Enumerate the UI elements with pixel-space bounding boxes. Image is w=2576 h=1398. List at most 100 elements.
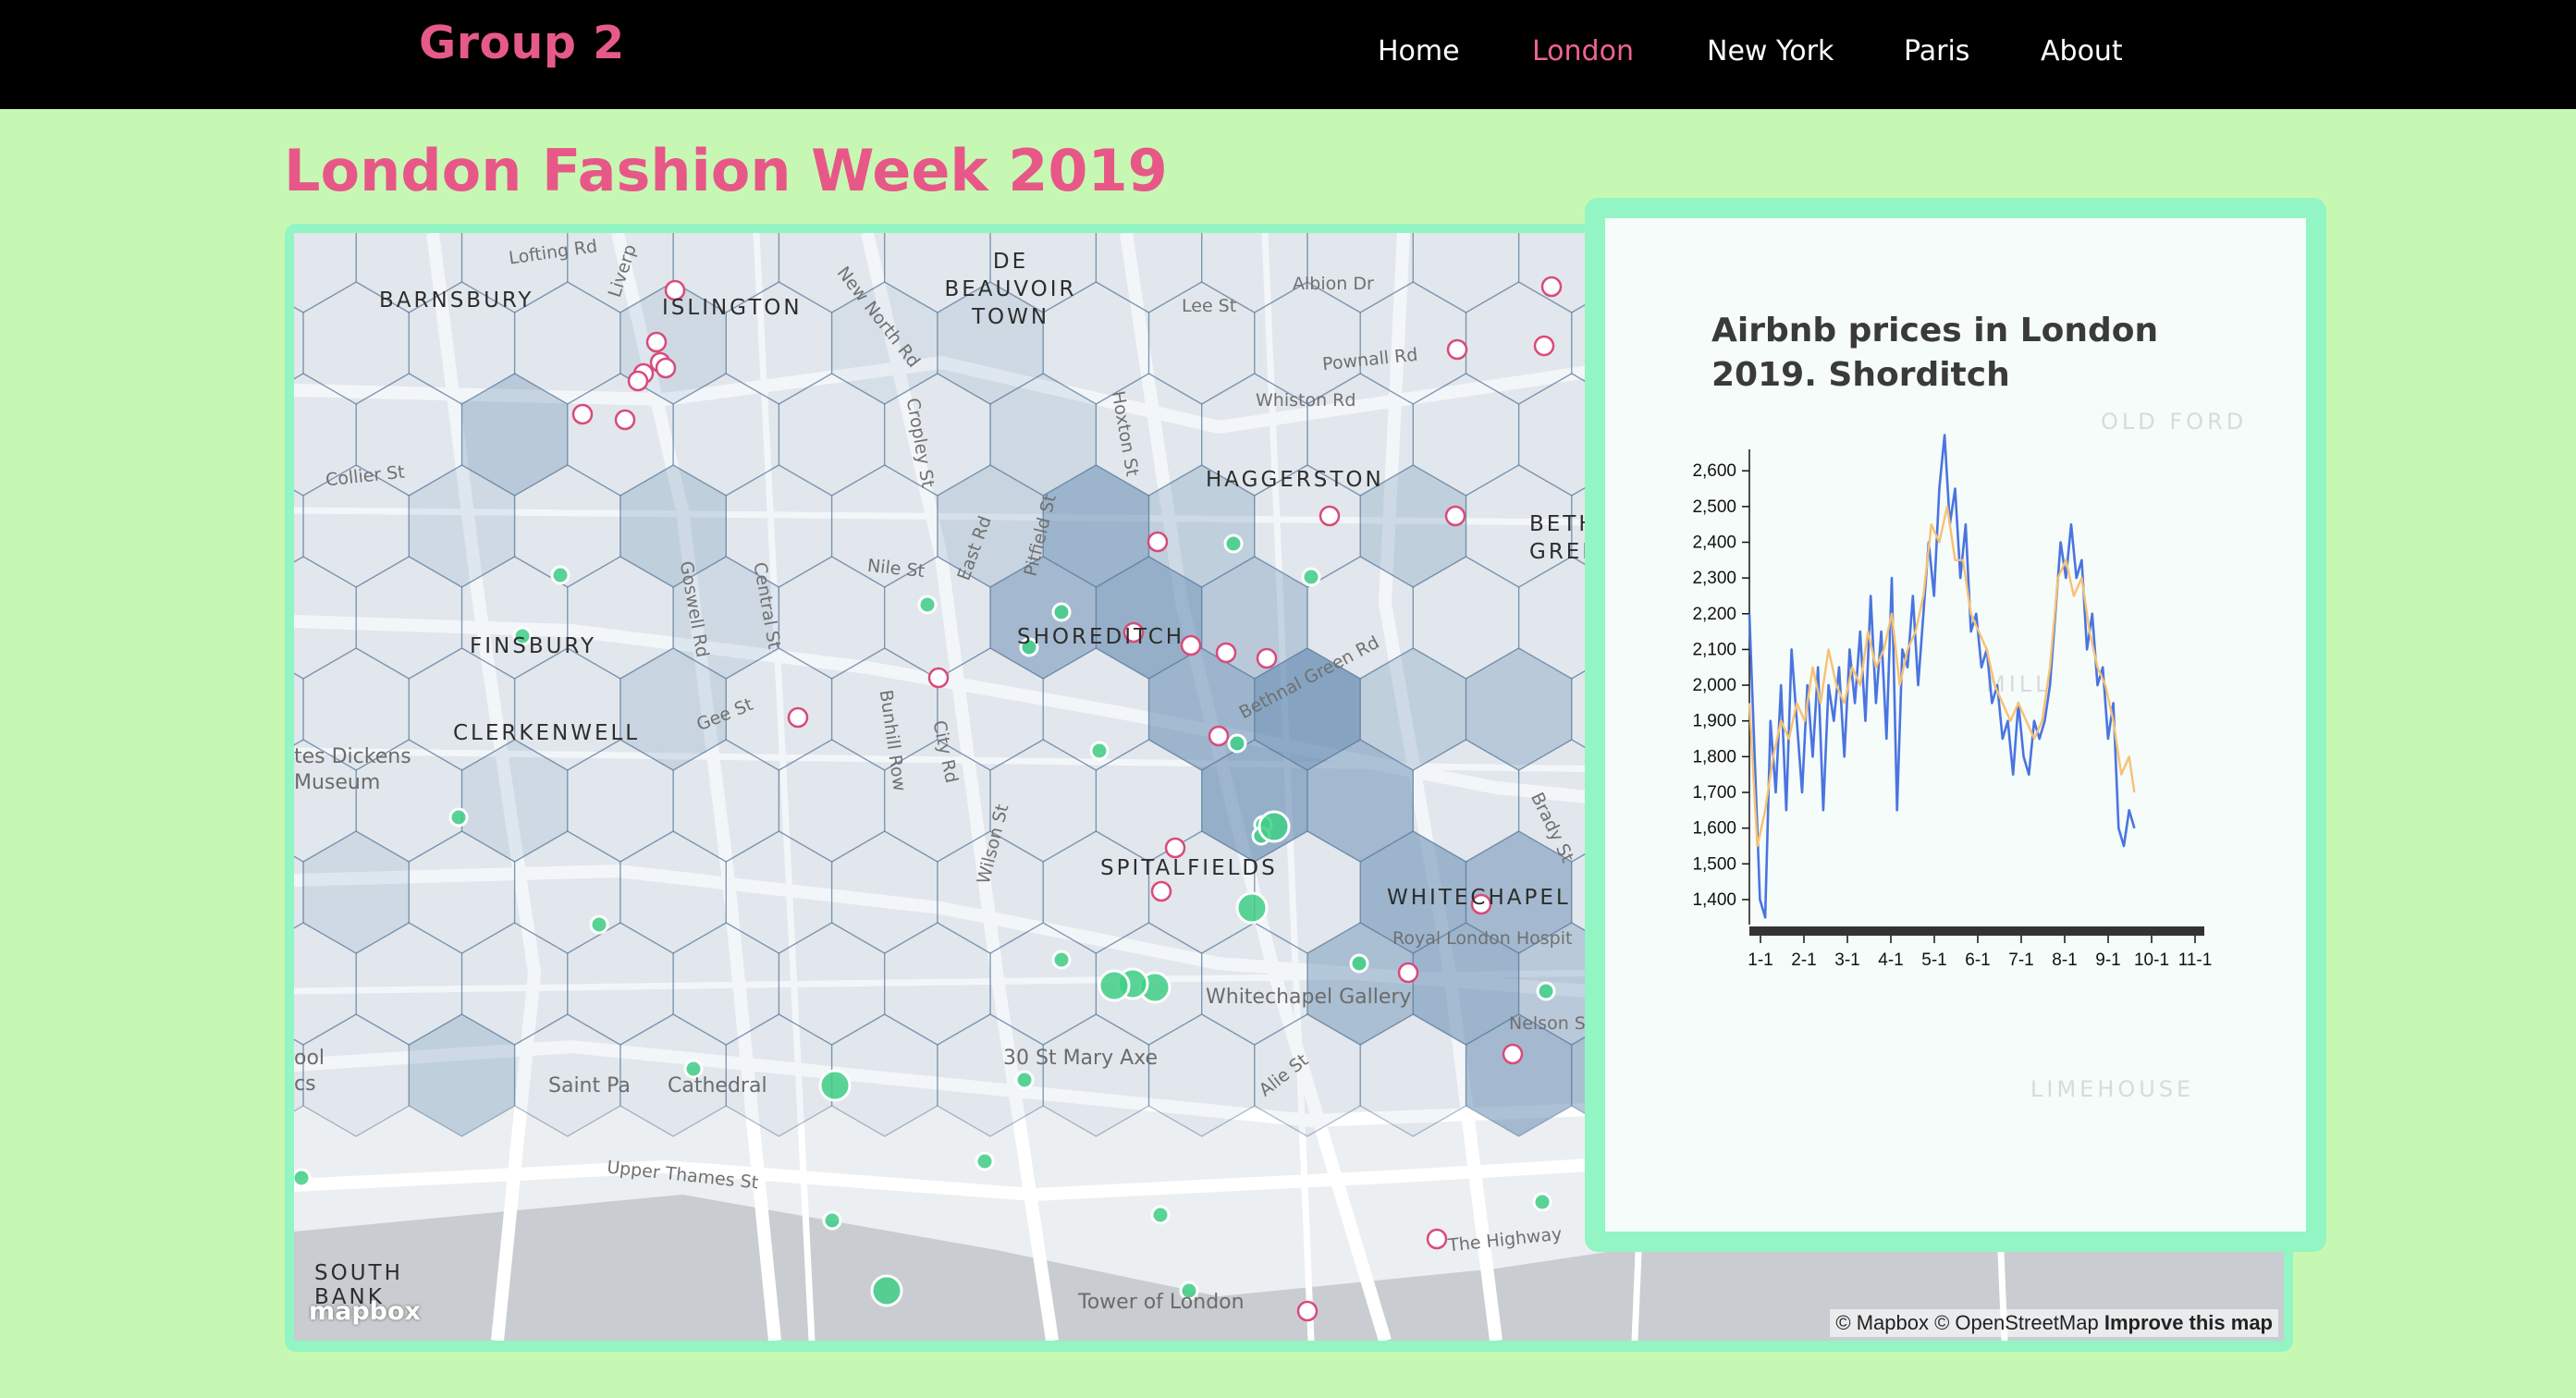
x-tick-label: 5-1: [1921, 950, 1946, 970]
top-navbar: Group 2 Home London New York Paris About: [0, 0, 2576, 109]
street-label: Albion Dr: [1293, 274, 1374, 294]
listing-marker: [294, 1168, 312, 1188]
x-tick-label: 1-1: [1748, 950, 1773, 970]
listing-marker: [1533, 335, 1555, 357]
listing-marker: [1397, 962, 1419, 984]
listing-marker: [1164, 837, 1186, 859]
listing-marker: [818, 1069, 852, 1102]
price-line-orange: [1748, 505, 2136, 848]
listing-marker: [1446, 338, 1468, 361]
listing-marker: [1349, 953, 1369, 974]
nav-link-paris[interactable]: Paris: [1904, 35, 1969, 67]
listing-marker: [1227, 733, 1247, 754]
listing-marker: [1051, 602, 1072, 622]
listing-marker: [1257, 810, 1291, 843]
listing-marker: [787, 706, 809, 729]
mapbox-logo-text: mapbox: [309, 1297, 421, 1326]
listing-marker: [448, 807, 469, 828]
listing-marker: [550, 565, 570, 585]
y-tick-label: 1,600: [1692, 819, 1736, 839]
listing-marker: [655, 357, 677, 379]
poi-label: Saint Pa: [548, 1074, 631, 1098]
listing-marker: [1223, 533, 1244, 554]
price-line-chart[interactable]: 1,400 1,500 1,600 1,700 1,800 1,900 2,000 2,100…: [1605, 218, 2306, 1232]
listing-marker: [1208, 725, 1230, 747]
area-label: SHOREDITCH: [1017, 625, 1185, 649]
y-tick-label: 2,200: [1692, 605, 1736, 624]
y-tick-label: 1,400: [1692, 890, 1736, 910]
area-label: BARNSBURY: [379, 288, 534, 313]
x-tick-label: 10-1: [2134, 950, 2169, 970]
map-attribution: © Mapbox © OpenStreetMap Improve this ma…: [1830, 1309, 2278, 1337]
area-label: CLERKENWELL: [453, 721, 641, 745]
listing-marker: [1089, 741, 1110, 761]
x-tick-label: 7-1: [2008, 950, 2033, 970]
brand-logo[interactable]: Group 2: [419, 17, 625, 69]
poi-label: cs: [294, 1073, 316, 1096]
chart-panel: OLD FORD LIMEHOUSE MILL Airbnb prices in…: [1585, 198, 2326, 1252]
listing-marker: [1235, 891, 1269, 925]
listing-marker: [589, 914, 609, 935]
y-tick-label: 2,600: [1692, 461, 1736, 481]
y-tick-label: 1,500: [1692, 854, 1736, 874]
poi-label: Cathedral: [668, 1074, 767, 1098]
y-tick-label: 1,800: [1692, 747, 1736, 766]
listing-marker: [1014, 1070, 1035, 1090]
improve-map-link[interactable]: Improve this map: [2104, 1311, 2273, 1334]
nav-link-london[interactable]: London: [1532, 35, 1634, 67]
listing-marker: [1150, 880, 1172, 902]
street-label: Lee St: [1182, 296, 1237, 316]
poi-label: Whitechapel Gallery: [1206, 986, 1412, 1009]
poi-label: tes Dickens: [294, 745, 411, 768]
area-label: HAGGERSTON: [1206, 468, 1384, 492]
listing-marker: [1532, 1192, 1552, 1212]
y-tick-label: 2,100: [1692, 640, 1736, 659]
y-tick-label: 1,700: [1692, 783, 1736, 803]
y-tick-label: 2,300: [1692, 569, 1736, 588]
listing-marker: [1444, 505, 1466, 527]
listing-marker: [1098, 969, 1131, 1002]
listing-marker: [645, 331, 668, 353]
listing-marker: [1296, 1300, 1319, 1322]
nav-link-new-york[interactable]: New York: [1707, 35, 1834, 67]
x-tick-label: 2-1: [1791, 950, 1816, 970]
listing-marker: [975, 1151, 995, 1171]
mapbox-logo-icon[interactable]: mapbox: [309, 1297, 466, 1334]
page-title: London Fashion Week 2019: [284, 137, 1168, 204]
price-line-blue: [1748, 434, 2136, 919]
area-label: ISLINGTON: [662, 296, 803, 320]
y-tick-label: 1,900: [1692, 712, 1736, 731]
area-label: DE BEAUVOIR TOWN: [944, 250, 1077, 329]
street-label: Whiston Rd: [1256, 390, 1356, 411]
nav-link-about[interactable]: About: [2041, 35, 2123, 67]
listing-marker: [927, 667, 950, 689]
area-label: SPITALFIELDS: [1100, 856, 1278, 880]
area-label: FINSBURY: [470, 634, 596, 658]
x-tick-label: 8-1: [2052, 950, 2077, 970]
listing-marker: [822, 1210, 842, 1231]
listing-marker: [1051, 950, 1072, 970]
listing-marker: [1319, 505, 1341, 527]
nav-link-home[interactable]: Home: [1378, 35, 1460, 67]
poi-label: 30 St Mary Axe: [1003, 1047, 1159, 1070]
x-tick-label: 4-1: [1878, 950, 1903, 970]
listing-marker: [1147, 531, 1169, 553]
listing-marker: [627, 370, 649, 392]
attribution-text[interactable]: © Mapbox © OpenStreetMap: [1835, 1311, 2098, 1334]
listing-marker: [1215, 642, 1237, 664]
listing-marker: [1426, 1228, 1448, 1250]
poi-label: Tower of London: [1078, 1291, 1245, 1314]
poi-label: Museum: [294, 771, 381, 794]
listing-marker: [1256, 647, 1278, 669]
listing-marker: [870, 1274, 903, 1307]
listing-marker: [1536, 981, 1556, 1001]
x-axis-line: [1749, 926, 2204, 936]
street-label: Nelson S: [1509, 1013, 1586, 1034]
y-tick-label: 2,400: [1692, 533, 1736, 552]
listing-marker: [1150, 1205, 1171, 1225]
x-tick-label: 3-1: [1834, 950, 1859, 970]
listing-marker: [571, 403, 594, 425]
listing-marker: [1301, 567, 1321, 587]
listing-marker: [614, 409, 636, 431]
x-tick-label: 9-1: [2095, 950, 2120, 970]
